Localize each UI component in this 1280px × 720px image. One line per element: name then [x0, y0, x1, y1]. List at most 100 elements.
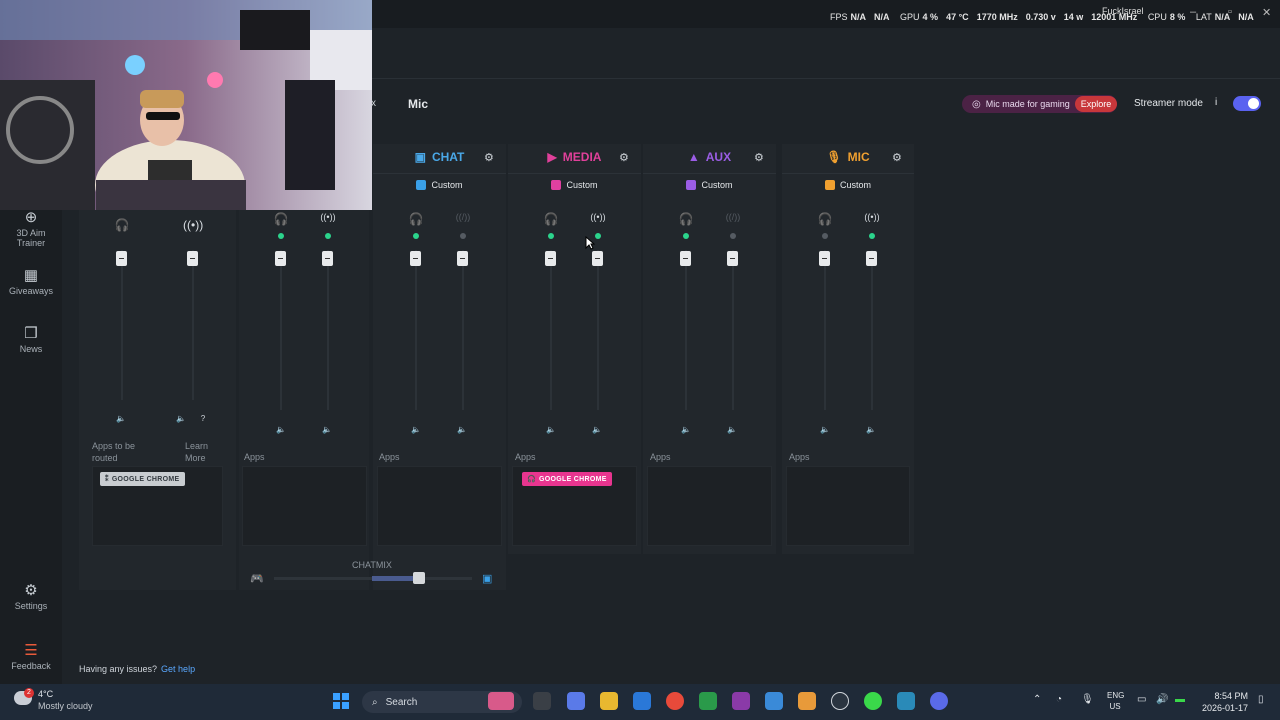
get-help-link[interactable]: Get help — [161, 664, 195, 674]
media-settings-gear-icon[interactable]: ⚙ — [619, 151, 629, 164]
volume-slider-knob[interactable] — [727, 251, 738, 266]
sidebar-item-3d-aim-trainer[interactable]: ⊕ 3D Aim Trainer — [0, 208, 62, 248]
speaker-icon[interactable]: 🔈 — [725, 425, 739, 434]
slider-track[interactable] — [415, 250, 417, 410]
discord-icon[interactable] — [930, 692, 948, 710]
volume-slider-knob[interactable] — [457, 251, 468, 266]
speaker-icon[interactable]: 🔈 — [409, 425, 423, 434]
volume-slider-knob[interactable] — [322, 251, 333, 266]
steelseries-gg-icon[interactable] — [831, 692, 849, 710]
app-icon[interactable] — [765, 692, 783, 710]
broadcast-icon[interactable]: ((•)) — [318, 212, 338, 222]
speaker-icon[interactable]: 🔈 — [455, 425, 469, 434]
speaker-icon[interactable]: 🔈 — [320, 425, 334, 434]
slider-track[interactable] — [732, 250, 734, 410]
razer-icon[interactable] — [864, 692, 882, 710]
chat-apps-box[interactable] — [377, 466, 502, 546]
sidebar-item-giveaways[interactable]: ▦ Giveaways — [0, 266, 62, 296]
speaker-icon[interactable]: 🔈 — [274, 425, 288, 434]
copilot-icon[interactable] — [567, 692, 585, 710]
network-tray-icon[interactable]: ◔ — [1056, 694, 1062, 705]
chat-mode-select[interactable]: Custom — [373, 173, 506, 195]
explore-button[interactable]: Explore — [1074, 96, 1118, 112]
speaker-icon[interactable]: 🔈 — [114, 414, 128, 423]
show-hidden-icons-icon[interactable]: ⌃ — [1033, 694, 1041, 705]
broadcast-icon[interactable]: ((•)) — [588, 212, 608, 222]
xbox-icon[interactable] — [699, 692, 717, 710]
broadcast-icon[interactable]: ((•)) — [183, 218, 203, 232]
volume-slider-knob[interactable] — [410, 251, 421, 266]
close-window-icon[interactable]: ✕ — [1262, 6, 1271, 19]
language-indicator[interactable]: ENG US — [1107, 690, 1124, 712]
chat-settings-gear-icon[interactable]: ⚙ — [484, 151, 494, 164]
mic-apps-box[interactable] — [786, 466, 910, 546]
app-chip-google-chrome[interactable]: 🎧 GOOGLE CHROME — [522, 472, 612, 486]
volume-slider-knob[interactable] — [819, 251, 830, 266]
speaker-icon[interactable]: 🔈 — [864, 425, 878, 434]
taskbar-clock[interactable]: 8:54 PM 2026-01-17 — [1200, 690, 1248, 714]
volume-tray-icon[interactable]: 🔊 — [1156, 694, 1168, 705]
app-chip-google-chrome[interactable]: ⁑ GOOGLE CHROME — [100, 472, 185, 486]
slider-track[interactable] — [192, 250, 194, 400]
mic-mode-select[interactable]: Custom — [782, 173, 914, 195]
speaker-icon[interactable]: 🔈 — [174, 414, 188, 423]
mic-settings-gear-icon[interactable]: ⚙ — [892, 151, 902, 164]
broadcast-off-icon[interactable]: ((/)) — [453, 212, 473, 222]
headphones-icon[interactable]: 🎧 — [271, 212, 291, 226]
sidebar-item-feedback[interactable]: ☰ Feedback — [0, 641, 62, 671]
speaker-icon[interactable]: 🔈 — [590, 425, 604, 434]
slider-track[interactable] — [462, 250, 464, 410]
volume-slider-knob[interactable] — [187, 251, 198, 266]
volume-slider-knob[interactable] — [680, 251, 691, 266]
help-question-icon[interactable]: ? — [196, 414, 210, 423]
store-icon[interactable] — [633, 692, 651, 710]
speaker-icon[interactable]: 🔈 — [679, 425, 693, 434]
headphones-icon[interactable]: 🎧 — [406, 212, 426, 226]
speaker-icon[interactable]: 🔈 — [818, 425, 832, 434]
chatmix-slider-knob[interactable] — [413, 572, 425, 584]
headphones-off-icon[interactable]: 🎧 — [815, 212, 835, 226]
aux-apps-box[interactable] — [647, 466, 772, 546]
game-apps-box[interactable] — [242, 466, 367, 546]
slider-track[interactable] — [871, 250, 873, 410]
headphones-icon[interactable]: 🎧 — [676, 212, 696, 226]
broadcast-off-icon[interactable]: ((/)) — [723, 212, 743, 222]
start-button[interactable] — [333, 693, 349, 709]
notification-center-icon[interactable]: ▯ — [1258, 694, 1264, 705]
volume-slider-knob[interactable] — [116, 251, 127, 266]
app-icon[interactable] — [798, 692, 816, 710]
chrome-icon[interactable] — [666, 692, 684, 710]
sidebar-item-news[interactable]: ❒ News — [0, 324, 62, 354]
headphones-icon[interactable]: 🎧 — [541, 212, 561, 226]
slider-track[interactable] — [685, 250, 687, 410]
sidebar-item-settings[interactable]: ⚙ Settings — [0, 581, 62, 611]
promo-banner[interactable]: ◎ Mic made for gaming Explore — [962, 95, 1118, 113]
slider-track[interactable] — [327, 250, 329, 410]
file-explorer-icon[interactable] — [600, 692, 618, 710]
close-device-icon[interactable]: x — [371, 98, 376, 109]
aux-mode-select[interactable]: Custom — [643, 173, 776, 195]
task-view-icon[interactable] — [533, 692, 551, 710]
volume-slider-knob[interactable] — [545, 251, 556, 266]
slider-track[interactable] — [597, 250, 599, 410]
microphone-tray-icon[interactable]: 🎙 — [1081, 694, 1094, 705]
volume-slider-knob[interactable] — [592, 251, 603, 266]
volume-slider-knob[interactable] — [866, 251, 877, 266]
slider-track[interactable] — [121, 250, 123, 400]
media-mode-select[interactable]: Custom — [508, 173, 641, 195]
slider-track[interactable] — [824, 250, 826, 410]
slider-track[interactable] — [280, 250, 282, 410]
display-tray-icon[interactable]: ▭ — [1137, 694, 1146, 705]
battery-tray-icon[interactable]: ▬ — [1175, 694, 1185, 705]
slider-track[interactable] — [550, 250, 552, 410]
volume-slider-knob[interactable] — [275, 251, 286, 266]
app-icon[interactable] — [897, 692, 915, 710]
app-icon[interactable] — [732, 692, 750, 710]
headphones-icon[interactable]: 🎧 — [112, 218, 132, 232]
restore-icon[interactable]: ▫ — [1228, 6, 1232, 18]
aux-settings-gear-icon[interactable]: ⚙ — [754, 151, 764, 164]
minimize-icon[interactable]: – — [1190, 6, 1196, 18]
speaker-icon[interactable]: 🔈 — [544, 425, 558, 434]
broadcast-icon[interactable]: ((•)) — [862, 212, 882, 222]
learn-more-link[interactable]: Learn More — [185, 440, 208, 464]
